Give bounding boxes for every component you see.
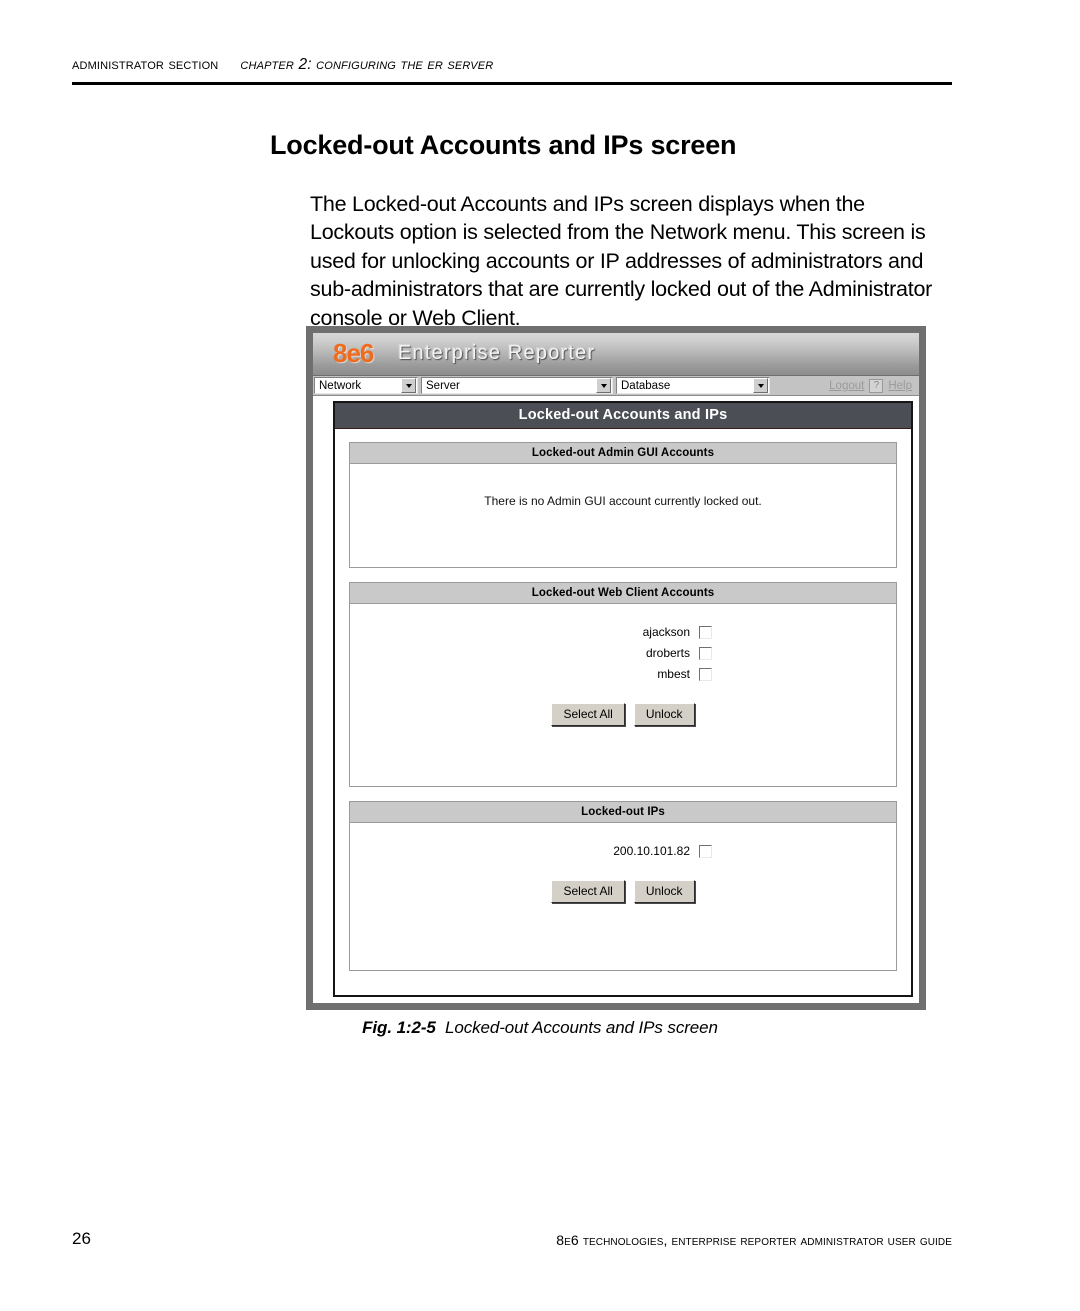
card-body: There is no Admin GUI account currently … bbox=[350, 464, 896, 567]
select-all-button[interactable]: Select All bbox=[551, 703, 625, 726]
menu-dropdown-network-label: Network bbox=[319, 379, 362, 392]
running-head: Administrator Section Chapter 2: Configur… bbox=[72, 56, 952, 74]
running-head-rule bbox=[72, 82, 952, 85]
card-header: Locked-out IPs bbox=[350, 802, 896, 823]
unlock-button[interactable]: Unlock bbox=[633, 880, 695, 903]
help-icon[interactable]: ? bbox=[869, 378, 884, 393]
list-item[interactable]: mbest bbox=[534, 667, 712, 681]
footer-text: 8e6 Technologies, Enterprise Reporter Ad… bbox=[556, 1232, 952, 1248]
page-title: Locked-out Accounts and IPs screen bbox=[270, 130, 737, 161]
page-number: 26 bbox=[72, 1229, 91, 1248]
figure-caption: Fig. 1:2-5 Locked-out Accounts and IPs s… bbox=[0, 1018, 1080, 1038]
running-head-section: Administrator Section bbox=[72, 56, 219, 73]
card-locked-out-ips: Locked-out IPs 200.10.101.82 Select All bbox=[349, 801, 897, 971]
menu-bar-right: Logout ? Help bbox=[773, 377, 919, 394]
menu-dropdown-server-label: Server bbox=[426, 379, 460, 392]
card-actions: Select All Unlock bbox=[350, 703, 896, 726]
intro-paragraph: The Locked-out Accounts and IPs screen d… bbox=[310, 191, 933, 330]
screen-panel: Locked-out Accounts and IPs Locked-out A… bbox=[333, 401, 913, 997]
account-name: droberts bbox=[645, 646, 690, 660]
running-head-chapter: Chapter 2: Configuring the ER Server bbox=[240, 56, 494, 73]
card-actions: Select All Unlock bbox=[350, 880, 896, 903]
card-body: 200.10.101.82 Select All Unlock bbox=[350, 823, 896, 970]
list-item[interactable]: ajackson bbox=[534, 625, 712, 639]
figure-caption-title: Locked-out Accounts and IPs screen bbox=[445, 1018, 718, 1037]
card-header: Locked-out Web Client Accounts bbox=[350, 583, 896, 604]
logout-link[interactable]: Logout bbox=[829, 380, 864, 392]
chevron-down-icon bbox=[753, 378, 768, 393]
menu-dropdown-database-label: Database bbox=[621, 379, 671, 392]
menu-dropdown-server[interactable]: Server bbox=[421, 377, 613, 394]
card-body: ajackson droberts mbest Select All Unloc… bbox=[350, 604, 896, 786]
list-item[interactable]: 200.10.101.82 bbox=[534, 844, 712, 858]
figure-caption-number: Fig. 1:2-5 bbox=[362, 1018, 436, 1037]
account-checkbox[interactable] bbox=[699, 646, 712, 660]
locked-account-list: ajackson droberts mbest bbox=[350, 625, 896, 681]
account-name: ajackson bbox=[642, 625, 690, 639]
app-content-area: Locked-out Accounts and IPs Locked-out A… bbox=[313, 396, 919, 1003]
app-banner: 8e6 Enterprise Reporter bbox=[313, 333, 919, 376]
locked-ip-list: 200.10.101.82 bbox=[350, 844, 896, 858]
screen-body: Locked-out Admin GUI Accounts There is n… bbox=[335, 429, 911, 995]
card-locked-web-client-accounts: Locked-out Web Client Accounts ajackson … bbox=[349, 582, 897, 787]
account-name: mbest bbox=[657, 667, 690, 681]
list-item[interactable]: droberts bbox=[534, 646, 712, 660]
screen-title-bar: Locked-out Accounts and IPs bbox=[335, 403, 911, 429]
app-menu-bar: Network Server Database Logout ? Help bbox=[313, 376, 919, 396]
account-checkbox[interactable] bbox=[699, 625, 712, 639]
empty-state-message: There is no Admin GUI account currently … bbox=[484, 494, 762, 508]
chevron-down-icon bbox=[596, 378, 611, 393]
chevron-down-icon bbox=[401, 378, 416, 393]
card-locked-admin-gui-accounts: Locked-out Admin GUI Accounts There is n… bbox=[349, 442, 897, 568]
app-product-name: Enterprise Reporter bbox=[398, 342, 596, 364]
account-checkbox[interactable] bbox=[699, 667, 712, 681]
card-header: Locked-out Admin GUI Accounts bbox=[350, 443, 896, 464]
ip-checkbox[interactable] bbox=[699, 844, 712, 858]
figure-screenshot: 8e6 Enterprise Reporter Network Server D… bbox=[306, 326, 926, 1010]
app-window: 8e6 Enterprise Reporter Network Server D… bbox=[313, 333, 919, 1003]
8e6-logo-icon: 8e6 bbox=[333, 338, 374, 368]
menu-dropdown-database[interactable]: Database bbox=[616, 377, 770, 394]
help-link[interactable]: Help bbox=[888, 380, 912, 392]
select-all-button[interactable]: Select All bbox=[551, 880, 625, 903]
unlock-button[interactable]: Unlock bbox=[633, 703, 695, 726]
menu-dropdown-network[interactable]: Network bbox=[314, 377, 418, 394]
ip-address: 200.10.101.82 bbox=[613, 844, 690, 858]
